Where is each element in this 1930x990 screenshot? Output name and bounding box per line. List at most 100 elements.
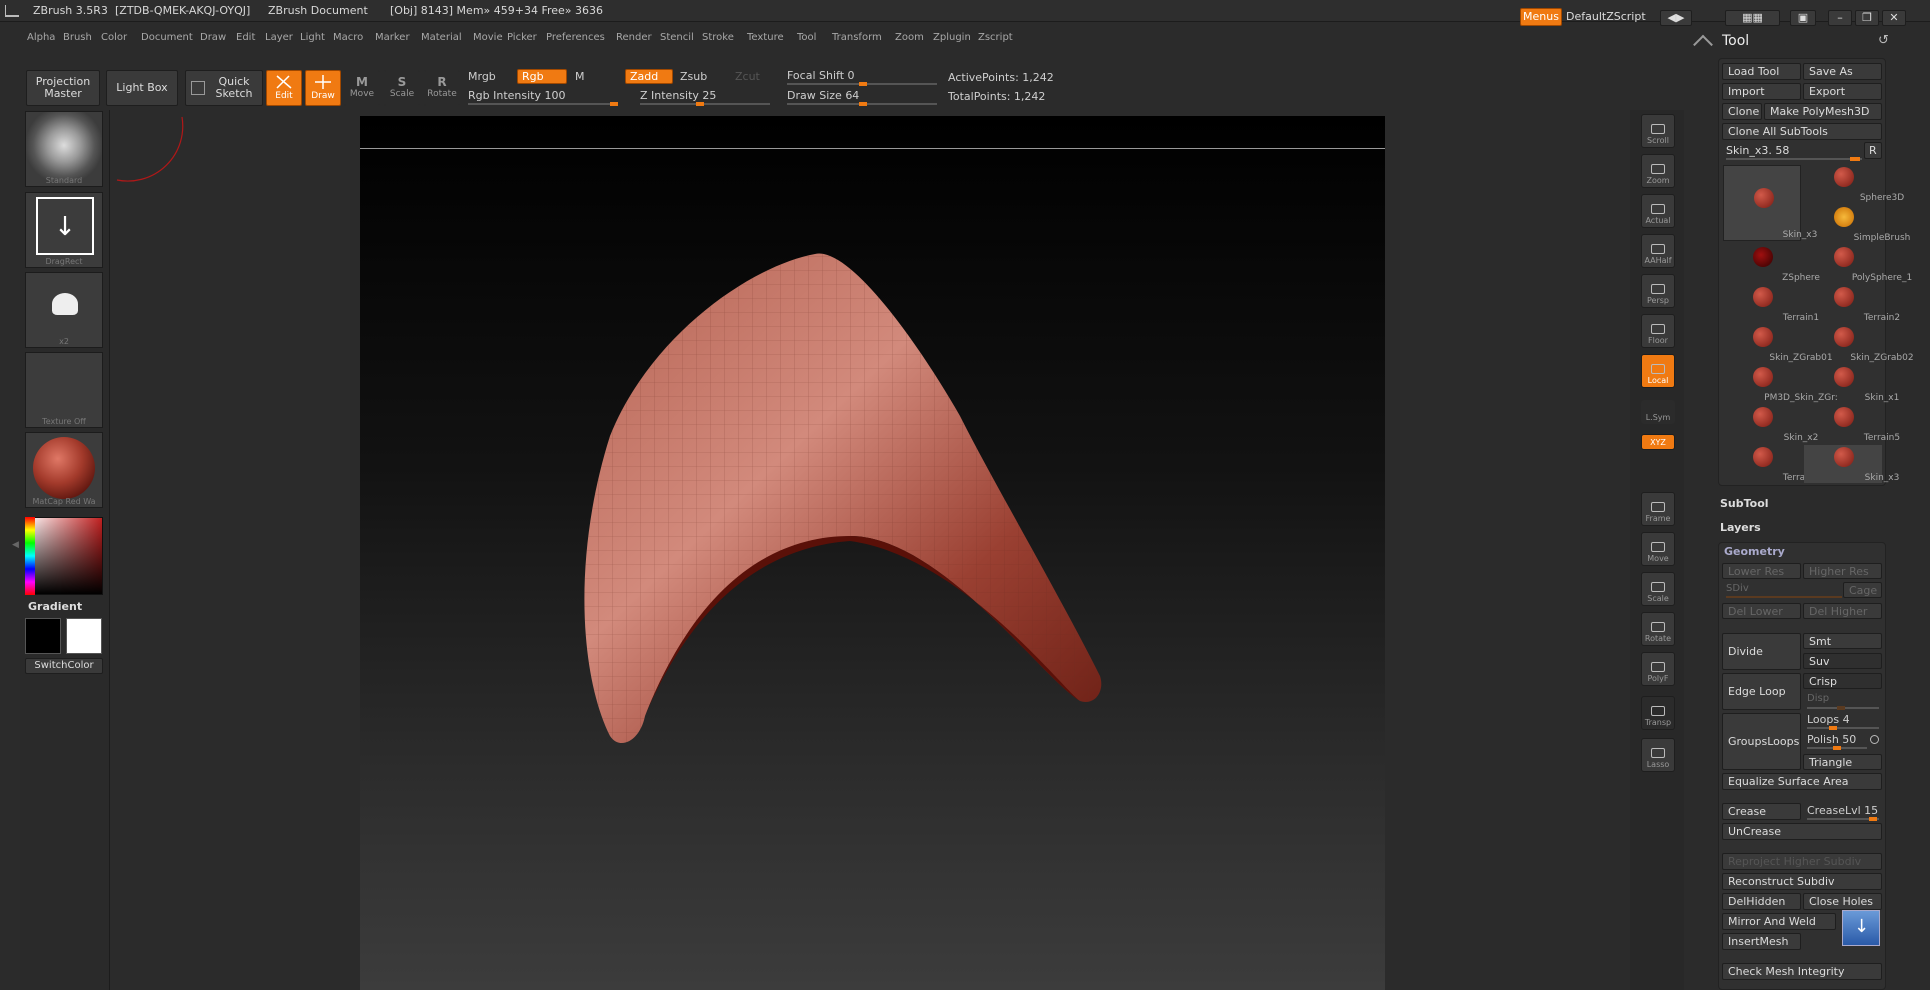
- menu-tool[interactable]: Tool: [797, 32, 816, 43]
- mrgb-toggle[interactable]: Mrgb: [468, 70, 496, 83]
- tool-thumb-terrain1[interactable]: Terrain1: [1723, 285, 1819, 323]
- suv-toggle[interactable]: Suv: [1803, 653, 1882, 669]
- zadd-toggle[interactable]: Zadd: [625, 69, 673, 84]
- stroke-slot[interactable]: ↓ DragRect: [25, 192, 103, 268]
- m-toggle[interactable]: M: [575, 70, 585, 83]
- subtool-section[interactable]: SubTool: [1720, 497, 1769, 510]
- scale-button[interactable]: S Scale: [384, 70, 420, 106]
- edge-loop-button[interactable]: Edge Loop: [1722, 673, 1801, 710]
- tool-thumb-skin-x3[interactable]: Skin_x3: [1723, 165, 1817, 241]
- alpha-slot[interactable]: x2: [25, 272, 103, 348]
- save-as-button[interactable]: Save As: [1803, 63, 1882, 80]
- edit-button[interactable]: Edit: [266, 70, 302, 106]
- tool-thumb-polysphere-1[interactable]: PolySphere_1: [1804, 245, 1912, 283]
- uncrease-button[interactable]: UnCrease: [1722, 823, 1882, 840]
- menu-preferences[interactable]: Preferences: [546, 32, 605, 43]
- shelf-scroll-button[interactable]: Scroll: [1641, 114, 1675, 148]
- menu-stencil[interactable]: Stencil: [660, 32, 694, 43]
- shelf-frame-button[interactable]: Frame: [1641, 492, 1675, 526]
- export-button[interactable]: Export: [1803, 83, 1882, 100]
- rotate-button[interactable]: R Rotate: [424, 70, 460, 106]
- menu-document[interactable]: Document: [141, 32, 193, 43]
- close-holes-button[interactable]: Close Holes: [1803, 893, 1882, 910]
- rgb-toggle[interactable]: Rgb: [517, 69, 567, 84]
- groups-loops-button[interactable]: GroupsLoops: [1722, 713, 1801, 770]
- draw-size-slider[interactable]: [787, 102, 937, 106]
- menu-layer[interactable]: Layer: [265, 32, 293, 43]
- menu-zplugin[interactable]: Zplugin: [933, 32, 971, 43]
- tool-thumb-terrain4[interactable]: Terrain4: [1723, 445, 1819, 483]
- menu-light[interactable]: Light: [300, 32, 325, 43]
- shelf-zoom-button[interactable]: Zoom: [1641, 154, 1675, 188]
- geometry-section[interactable]: Geometry: [1724, 545, 1785, 558]
- shelf-polyf-button[interactable]: PolyF: [1641, 652, 1675, 686]
- z-intensity-slider[interactable]: [640, 102, 770, 106]
- make-polymesh-button[interactable]: Make PolyMesh3D: [1764, 103, 1882, 120]
- shelf-transp-button[interactable]: Transp: [1641, 696, 1675, 730]
- shelf-local-button[interactable]: Local: [1641, 354, 1675, 388]
- check-mesh-integrity-button[interactable]: Check Mesh Integrity: [1722, 963, 1882, 980]
- menu-zoom[interactable]: Zoom: [895, 32, 924, 43]
- clone-all-subtools-button[interactable]: Clone All SubTools: [1722, 123, 1882, 140]
- restore-icon[interactable]: ❐: [1855, 10, 1879, 26]
- del-hidden-button[interactable]: DelHidden: [1722, 893, 1801, 910]
- menu-macro[interactable]: Macro: [333, 32, 363, 43]
- tool-thumb-zsphere[interactable]: ZSphere: [1723, 245, 1820, 283]
- reconstruct-subdiv-button[interactable]: Reconstruct Subdiv: [1722, 873, 1882, 890]
- polish-slider[interactable]: [1807, 746, 1867, 750]
- tool-refresh-icon[interactable]: ↺: [1878, 33, 1889, 48]
- menu-edit[interactable]: Edit: [236, 32, 255, 43]
- document-canvas[interactable]: [360, 116, 1385, 990]
- secondary-color-swatch[interactable]: [66, 618, 102, 654]
- crease-button[interactable]: Crease: [1722, 803, 1801, 820]
- shelf-move-button[interactable]: Move: [1641, 532, 1675, 566]
- switch-color-button[interactable]: SwitchColor: [25, 658, 103, 674]
- shelf-xyz-button[interactable]: XYZ: [1641, 434, 1675, 450]
- shelf-floor-button[interactable]: Floor: [1641, 314, 1675, 348]
- tool-thumb-skin-x3[interactable]: Skin_x3: [1804, 445, 1899, 483]
- clone-button[interactable]: Clone: [1722, 103, 1762, 120]
- sculpted-mesh[interactable]: [360, 116, 1385, 990]
- menu-movie[interactable]: Movie: [473, 32, 503, 43]
- current-tool-slider[interactable]: [1726, 157, 1862, 161]
- load-tool-button[interactable]: Load Tool: [1722, 63, 1801, 80]
- menus-button[interactable]: Menus: [1520, 8, 1562, 26]
- menu-marker[interactable]: Marker: [375, 32, 410, 43]
- menu-texture[interactable]: Texture: [747, 32, 784, 43]
- menu-zscript[interactable]: Zscript: [978, 32, 1013, 43]
- tool-thumb-terrain2[interactable]: Terrain2: [1804, 285, 1900, 323]
- menu-material[interactable]: Material: [421, 32, 462, 43]
- color-picker[interactable]: [25, 517, 103, 595]
- tool-thumb-skin-zgrab01[interactable]: Skin_ZGrab01: [1723, 325, 1833, 363]
- menu-color[interactable]: Color: [101, 32, 127, 43]
- shelf-lasso-button[interactable]: Lasso: [1641, 738, 1675, 772]
- tool-thumb-sphere3d[interactable]: Sphere3D: [1804, 165, 1904, 203]
- tool-thumb-simplebrush[interactable]: SimpleBrush: [1804, 205, 1910, 243]
- shelf-scale-button[interactable]: Scale: [1641, 572, 1675, 606]
- zsub-toggle[interactable]: Zsub: [680, 70, 707, 83]
- menu-picker[interactable]: Picker: [507, 32, 537, 43]
- tool-thumb-skin-x1[interactable]: Skin_x1: [1804, 365, 1899, 403]
- import-button[interactable]: Import: [1722, 83, 1801, 100]
- menu-stroke[interactable]: Stroke: [702, 32, 734, 43]
- quick-sketch-button[interactable]: Quick Sketch: [185, 70, 263, 106]
- gradient-label[interactable]: Gradient: [28, 600, 82, 613]
- shelf-actual-button[interactable]: Actual: [1641, 194, 1675, 228]
- hue-strip[interactable]: [25, 517, 35, 595]
- menu-alpha[interactable]: Alpha: [27, 32, 55, 43]
- crisp-toggle[interactable]: Crisp: [1803, 673, 1882, 689]
- menu-brush[interactable]: Brush: [63, 32, 92, 43]
- projection-master-button[interactable]: Projection Master: [26, 70, 100, 106]
- triangle-toggle[interactable]: Triangle: [1803, 754, 1882, 770]
- default-zscript-label[interactable]: DefaultZScript: [1566, 10, 1646, 23]
- rgb-intensity-slider[interactable]: [468, 102, 618, 106]
- tool-r-button[interactable]: R: [1864, 142, 1882, 159]
- draw-button[interactable]: Draw: [305, 70, 341, 106]
- move-button[interactable]: M Move: [344, 70, 380, 106]
- smt-toggle[interactable]: Smt: [1803, 633, 1882, 649]
- tool-thumb-pm3d-skin-zgr-[interactable]: PM3D_Skin_ZGr:: [1723, 365, 1838, 403]
- scroll-left-icon[interactable]: ◀▶: [1660, 10, 1692, 26]
- download-arrow-icon[interactable]: ↓: [1842, 910, 1880, 946]
- tool-thumb-skin-x2[interactable]: Skin_x2: [1723, 405, 1818, 443]
- shelf-persp-button[interactable]: Persp: [1641, 274, 1675, 308]
